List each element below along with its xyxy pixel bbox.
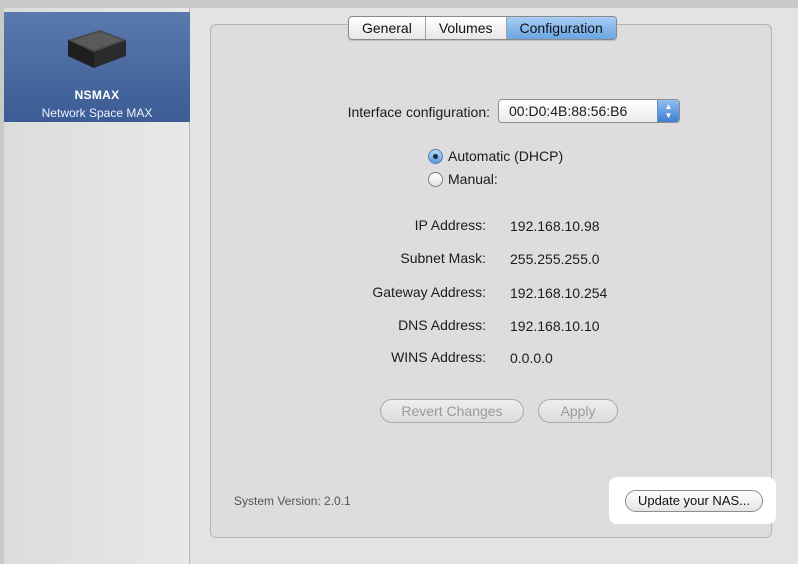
interface-configuration-label: Interface configuration: bbox=[347, 104, 490, 120]
radio-button-selected[interactable] bbox=[428, 148, 443, 164]
wins-address-label: WINS Address: bbox=[391, 349, 486, 365]
radio-manual[interactable]: Manual: bbox=[428, 171, 498, 187]
tab-bar: General Volumes Configuration bbox=[348, 16, 617, 40]
select-arrows-icon: ▲ ▼ bbox=[657, 100, 679, 122]
ip-address-label: IP Address: bbox=[414, 217, 486, 233]
tab-configuration[interactable]: Configuration bbox=[506, 17, 616, 39]
tab-volumes[interactable]: Volumes bbox=[426, 17, 507, 39]
nas-drive-icon bbox=[68, 30, 126, 68]
device-model: Network Space MAX bbox=[41, 106, 153, 120]
gateway-address-value: 192.168.10.254 bbox=[510, 285, 608, 301]
configuration-panel bbox=[210, 24, 772, 538]
apply-button[interactable]: Apply bbox=[538, 399, 618, 423]
radio-automatic-dhcp[interactable]: Automatic (DHCP) bbox=[428, 148, 563, 164]
radio-button-unselected[interactable] bbox=[428, 171, 443, 187]
sidebar-item-device[interactable]: NSMAX Network Space MAX bbox=[4, 12, 190, 122]
subnet-mask-value: 255.255.255.0 bbox=[510, 251, 600, 267]
update-nas-button[interactable]: Update your NAS... bbox=[625, 490, 763, 512]
dns-address-value: 192.168.10.10 bbox=[510, 318, 600, 334]
subnet-mask-label: Subnet Mask: bbox=[400, 250, 486, 266]
interface-select[interactable]: 00:D0:4B:88:56:B6 ▲ ▼ bbox=[498, 99, 680, 123]
dns-address-label: DNS Address: bbox=[398, 317, 486, 333]
wins-address-value: 0.0.0.0 bbox=[510, 350, 553, 366]
tab-general[interactable]: General bbox=[349, 17, 426, 39]
radio-label-automatic: Automatic (DHCP) bbox=[448, 148, 564, 164]
sidebar: NSMAX Network Space MAX bbox=[4, 8, 190, 564]
device-name: NSMAX bbox=[74, 88, 120, 102]
system-version: System Version: 2.0.1 bbox=[234, 494, 351, 508]
radio-label-manual: Manual: bbox=[448, 171, 498, 187]
revert-changes-button[interactable]: Revert Changes bbox=[380, 399, 524, 423]
gateway-address-label: Gateway Address: bbox=[372, 284, 486, 300]
interface-select-value: 00:D0:4B:88:56:B6 bbox=[509, 103, 628, 119]
ip-address-value: 192.168.10.98 bbox=[510, 218, 600, 234]
